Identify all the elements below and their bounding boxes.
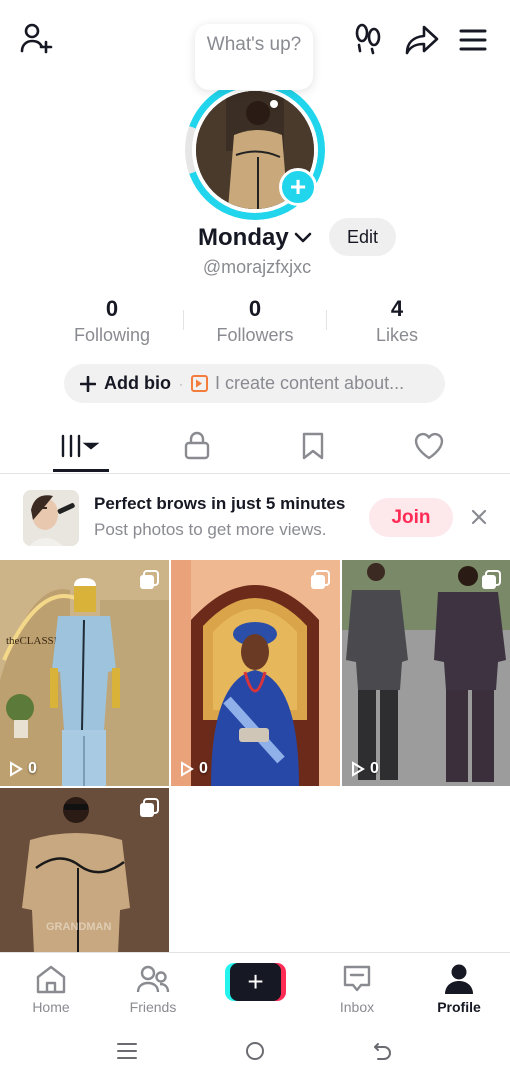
profile-icon — [414, 963, 504, 995]
promo-subtitle: Post photos to get more views. — [94, 520, 327, 539]
close-icon[interactable] — [466, 504, 492, 530]
likes-label: Likes — [375, 325, 419, 345]
add-story-button[interactable]: + — [279, 168, 317, 206]
chevron-down-icon[interactable] — [292, 228, 314, 253]
profile-stats: 0 Following 0 Followers 4 Likes — [0, 296, 510, 348]
tab-liked[interactable] — [399, 420, 459, 472]
nav-inbox-label: Inbox — [339, 999, 375, 1015]
stat-following[interactable]: 0 Following — [42, 296, 182, 348]
bio-pill[interactable]: Add bio · I create content about... — [64, 364, 445, 403]
tab-videos[interactable] — [51, 420, 111, 472]
home-circle-icon[interactable] — [240, 1038, 270, 1064]
bio-suggestion[interactable]: I create content about... — [215, 373, 404, 394]
footprints-icon[interactable] — [348, 18, 388, 58]
promo-thumbnail — [23, 490, 79, 546]
nav-inbox[interactable]: Inbox — [312, 963, 402, 1015]
following-count: 0 — [105, 296, 119, 321]
promo-title: Perfect brows in just 5 minutes — [94, 494, 346, 513]
plus-icon: + — [230, 963, 281, 1001]
bookmark-icon — [302, 432, 324, 460]
name-row: Monday Edit — [0, 218, 510, 258]
heart-icon — [414, 432, 444, 460]
multi-photo-icon — [140, 798, 159, 817]
inbox-icon — [312, 963, 402, 995]
nav-profile[interactable]: Profile — [414, 963, 504, 1015]
watermark-text: GRANDMAN — [46, 921, 111, 933]
videos-grid-icon — [61, 434, 100, 458]
play-icon — [181, 761, 194, 777]
play-icon — [10, 761, 23, 777]
view-count: 0 — [9, 760, 37, 778]
multi-photo-icon — [140, 570, 159, 589]
followers-count: 0 — [248, 296, 262, 321]
status-bubble[interactable]: What's up? — [195, 24, 313, 90]
view-count: 0 — [351, 760, 379, 778]
promo-banner[interactable]: Perfect brows in just 5 minutes Post pho… — [0, 474, 510, 560]
nav-home[interactable]: Home — [6, 963, 96, 1015]
likes-count: 4 — [390, 296, 404, 321]
back-icon[interactable] — [368, 1038, 398, 1064]
menu-icon[interactable] — [453, 20, 493, 60]
followers-label: Followers — [216, 325, 294, 345]
view-count: 0 — [180, 760, 208, 778]
divider — [183, 310, 184, 330]
username-handle: @morajzfxjxc — [202, 257, 312, 277]
nav-home-label: Home — [32, 999, 70, 1015]
nav-profile-label: Profile — [437, 999, 481, 1015]
system-nav — [0, 1022, 510, 1080]
add-friend-icon[interactable] — [16, 18, 56, 58]
add-bio-button[interactable]: Add bio — [80, 373, 171, 394]
nav-friends-label: Friends — [129, 999, 177, 1015]
play-icon — [352, 761, 365, 777]
home-icon — [6, 963, 96, 995]
edit-profile-button[interactable]: Edit — [329, 218, 396, 256]
multi-photo-icon — [311, 570, 330, 589]
create-button[interactable]: + — [225, 963, 286, 1001]
tab-saved[interactable] — [283, 420, 343, 472]
video-thumbnail[interactable]: 0 — [171, 560, 340, 786]
multi-photo-icon — [482, 570, 501, 589]
join-button[interactable]: Join — [369, 498, 453, 537]
play-icon — [190, 375, 208, 392]
content-tabs — [0, 420, 510, 474]
friends-icon — [108, 963, 198, 995]
separator: · — [178, 376, 183, 391]
share-icon[interactable] — [402, 20, 442, 60]
video-thumbnail[interactable]: GRANDMAN — [0, 788, 169, 954]
stat-likes[interactable]: 4 Likes — [327, 296, 467, 348]
stat-followers[interactable]: 0 Followers — [185, 296, 325, 348]
following-label: Following — [73, 325, 151, 345]
active-tab-indicator — [53, 469, 109, 472]
add-bio-label: Add bio — [104, 373, 171, 393]
recent-apps-icon[interactable] — [112, 1038, 142, 1064]
plus-icon — [80, 375, 96, 392]
display-name[interactable]: Monday — [198, 224, 289, 252]
bubble-tail — [270, 100, 278, 108]
lock-icon — [184, 431, 210, 460]
tab-private[interactable] — [167, 420, 227, 472]
bottom-nav: Home Friends + Inbox Profile — [0, 952, 510, 1022]
avatar[interactable]: + — [185, 80, 325, 220]
video-thumbnail[interactable]: 0 — [342, 560, 510, 786]
nav-friends[interactable]: Friends — [108, 963, 198, 1015]
video-thumbnail[interactable]: theCLASSIC 0 — [0, 560, 169, 786]
status-bubble-text: What's up? — [206, 34, 302, 55]
